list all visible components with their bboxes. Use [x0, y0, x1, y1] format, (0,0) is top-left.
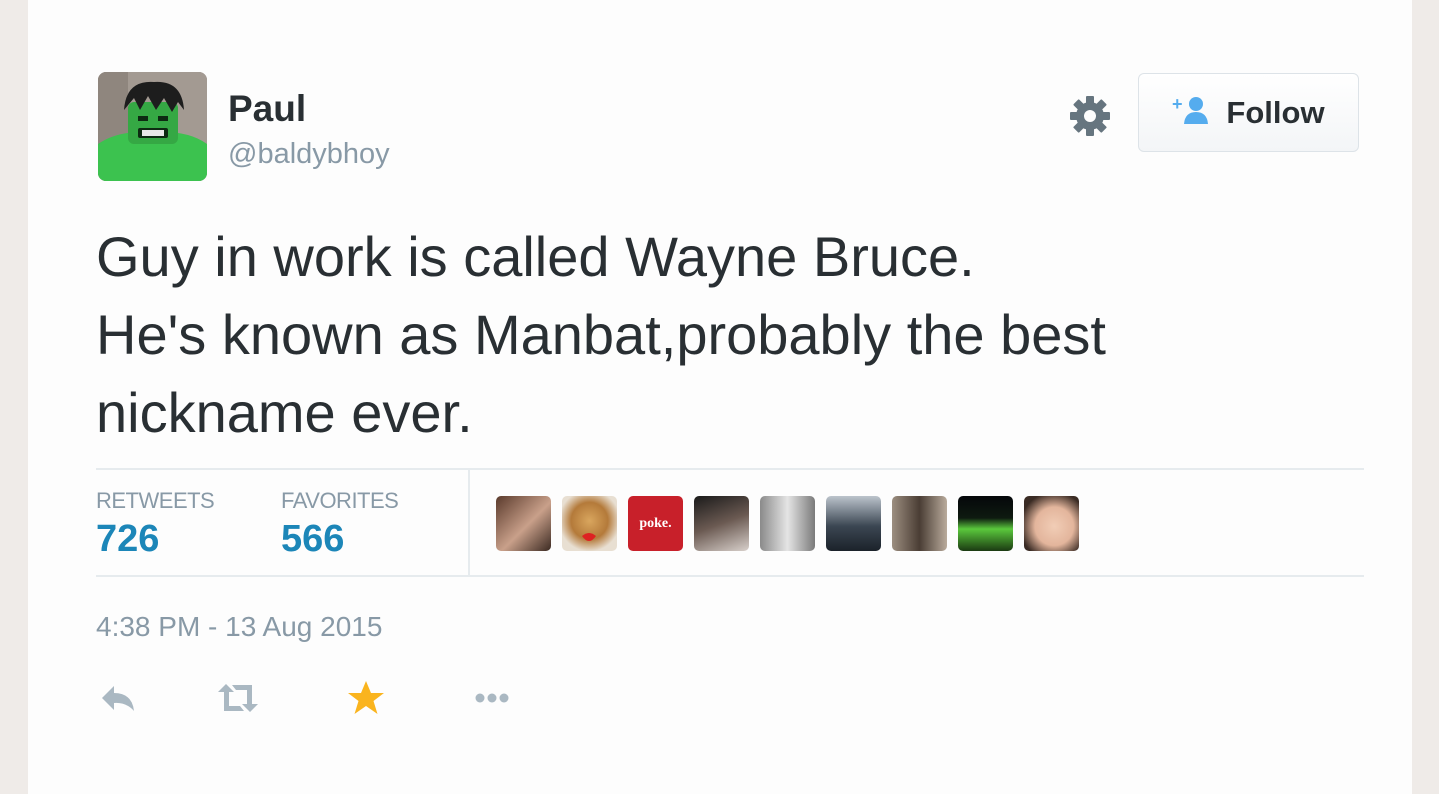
- favoriter-avatar[interactable]: [892, 496, 947, 551]
- svg-text:+: +: [1172, 94, 1183, 114]
- divider: [96, 468, 1364, 470]
- author-avatar[interactable]: [98, 72, 207, 181]
- favoriter-avatar[interactable]: [1024, 496, 1079, 551]
- favoriter-avatar[interactable]: [562, 496, 617, 551]
- favoriter-avatars: poke.: [496, 496, 1079, 551]
- poke-logo-text: poke.: [639, 515, 672, 531]
- retweet-icon[interactable]: [214, 678, 262, 723]
- retweets-count[interactable]: 726: [96, 518, 159, 561]
- favoriter-avatar[interactable]: [826, 496, 881, 551]
- add-user-icon: +: [1172, 94, 1212, 131]
- favorites-count[interactable]: 566: [281, 518, 344, 561]
- star-icon[interactable]: [346, 678, 386, 723]
- author-handle[interactable]: @baldybhoy: [228, 138, 390, 171]
- divider: [96, 575, 1364, 577]
- tweet-text: Guy in work is called Wayne Bruce. He's …: [96, 225, 1106, 444]
- follow-label: Follow: [1226, 94, 1325, 130]
- favoriter-avatar[interactable]: [958, 496, 1013, 551]
- divider: [468, 470, 470, 576]
- more-icon[interactable]: [472, 678, 512, 723]
- favoriter-avatar[interactable]: [760, 496, 815, 551]
- favorites-label: FAVORITES: [281, 488, 399, 513]
- follow-button[interactable]: + Follow: [1138, 73, 1359, 152]
- tweet-card: Paul @baldybhoy + Follow Guy in work is …: [28, 0, 1412, 794]
- favoriter-avatar[interactable]: poke.: [628, 496, 683, 551]
- favoriter-avatar[interactable]: [694, 496, 749, 551]
- tweet-timestamp[interactable]: 4:38 PM - 13 Aug 2015: [96, 611, 382, 643]
- retweets-label: RETWEETS: [96, 488, 215, 513]
- author-name[interactable]: Paul: [228, 88, 306, 130]
- gear-icon[interactable]: [1068, 94, 1112, 138]
- favoriter-avatar[interactable]: [496, 496, 551, 551]
- reply-icon[interactable]: [98, 678, 138, 723]
